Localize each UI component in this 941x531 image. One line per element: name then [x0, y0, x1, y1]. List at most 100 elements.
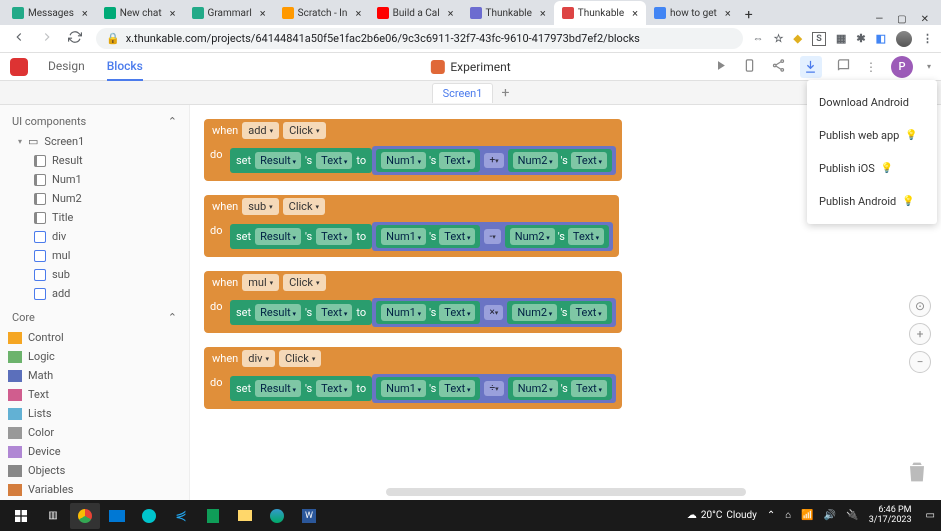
dropdown-item[interactable]: Publish Android💡 — [807, 185, 937, 218]
prop-slot[interactable]: Text — [439, 152, 475, 169]
prop-slot[interactable]: Text — [439, 304, 475, 321]
add-screen-button[interactable]: + — [501, 85, 509, 101]
browser-tab[interactable]: Build a Cal× — [369, 1, 462, 25]
profile-icon[interactable] — [896, 31, 912, 47]
thunkable-logo-icon[interactable] — [10, 58, 28, 76]
get-block[interactable]: Num1 's Text — [376, 225, 480, 248]
operator-slot[interactable]: ÷ — [484, 381, 503, 396]
star-icon[interactable]: ☆ — [774, 32, 784, 45]
task-view-icon[interactable]: ▥ — [38, 503, 68, 529]
reload-icon[interactable] — [68, 30, 82, 47]
tree-item[interactable]: mul — [28, 246, 189, 265]
recentre-button[interactable]: ⊙ — [909, 295, 931, 317]
browser-tab[interactable]: New chat× — [96, 1, 184, 25]
source-slot[interactable]: Num1 — [381, 380, 426, 397]
get-block[interactable]: Num1 's Text — [376, 149, 480, 172]
math-block[interactable]: Num1 's Text × Num2 's Text — [372, 298, 616, 327]
translate-icon[interactable]: ⇔ — [753, 32, 764, 45]
core-category[interactable]: Color — [0, 423, 189, 442]
get-block[interactable]: Num1 's Text — [376, 301, 480, 324]
download-button[interactable] — [800, 56, 822, 78]
ext-s-icon[interactable]: S — [812, 32, 826, 46]
component-slot[interactable]: sub — [242, 198, 278, 215]
get-block[interactable]: Num2 's Text — [507, 301, 611, 324]
math-block[interactable]: Num1 's Text ÷ Num2 's Text — [372, 374, 616, 403]
zoom-in-button[interactable]: + — [909, 323, 931, 345]
event-block[interactable]: when mul Click set Result 's Text to Num… — [204, 271, 622, 333]
prop-slot[interactable]: Text — [571, 380, 607, 397]
word-taskbar-icon[interactable]: W — [294, 503, 324, 529]
tree-item[interactable]: div — [28, 227, 189, 246]
core-section[interactable]: Core ⌃ — [0, 307, 189, 328]
power-icon[interactable]: 🔌 — [846, 510, 858, 521]
tree-item[interactable]: Num1 — [28, 170, 189, 189]
set-block[interactable]: set Result 's Text to — [230, 300, 372, 325]
prop-slot[interactable]: Text — [439, 380, 475, 397]
start-button[interactable] — [6, 503, 36, 529]
math-block[interactable]: Num1 's Text - Num2 's Text — [372, 222, 613, 251]
event-slot[interactable]: Click — [283, 122, 325, 139]
browser-tab[interactable]: Thunkable× — [554, 1, 646, 25]
tab-close-icon[interactable]: × — [170, 7, 176, 20]
forward-icon[interactable] — [40, 30, 54, 47]
source-slot[interactable]: Num2 — [510, 228, 555, 245]
browser-tab[interactable]: Grammarl× — [184, 1, 274, 25]
avatar[interactable]: P — [891, 56, 913, 78]
minimize-icon[interactable]: — — [875, 14, 883, 25]
target-slot[interactable]: Result — [255, 152, 301, 169]
prop-slot[interactable]: Text — [568, 228, 604, 245]
ext-tag-icon[interactable]: ◆ — [794, 32, 802, 45]
event-slot[interactable]: Click — [283, 274, 325, 291]
dropdown-item[interactable]: Publish web app💡 — [807, 119, 937, 152]
explorer-taskbar-icon[interactable] — [230, 503, 260, 529]
edge-taskbar-icon[interactable] — [262, 503, 292, 529]
core-category[interactable]: Device — [0, 442, 189, 461]
component-slot[interactable]: div — [242, 350, 275, 367]
math-block[interactable]: Num1 's Text + Num2 's Text — [372, 146, 616, 175]
url-input[interactable]: 🔒 x.thunkable.com/projects/64144841a50f5… — [96, 28, 743, 49]
speaker-icon[interactable]: 🔊 — [824, 510, 836, 521]
get-block[interactable]: Num2 's Text — [508, 377, 612, 400]
event-slot[interactable]: Click — [283, 198, 325, 215]
event-slot[interactable]: Click — [279, 350, 321, 367]
component-slot[interactable]: add — [242, 122, 279, 139]
tab-close-icon[interactable]: × — [82, 7, 88, 20]
tab-close-icon[interactable]: × — [540, 7, 546, 20]
core-category[interactable]: Objects — [0, 461, 189, 480]
zoom-out-button[interactable]: − — [909, 351, 931, 373]
tree-item[interactable]: Num2 — [28, 189, 189, 208]
avatar-dropdown-icon[interactable]: ▾ — [927, 62, 931, 71]
play-icon[interactable] — [713, 58, 728, 76]
event-head[interactable]: when add Click — [204, 119, 622, 142]
project-title[interactable]: Experiment — [430, 60, 510, 74]
set-block[interactable]: set Result 's Text to — [230, 224, 372, 249]
browser-tab[interactable]: Thunkable× — [462, 1, 554, 25]
core-category[interactable]: Math — [0, 366, 189, 385]
clock[interactable]: 6:46 PM 3/17/2023 — [869, 506, 916, 526]
nav-blocks[interactable]: Blocks — [107, 53, 143, 81]
sheets-taskbar-icon[interactable] — [198, 503, 228, 529]
prop-slot[interactable]: Text — [570, 304, 606, 321]
source-slot[interactable]: Num2 — [513, 380, 558, 397]
tab-close-icon[interactable]: × — [448, 7, 454, 20]
component-slot[interactable]: mul — [242, 274, 279, 291]
set-block[interactable]: set Result 's Text to — [230, 148, 372, 173]
operator-slot[interactable]: - — [484, 229, 500, 244]
vscode-taskbar-icon[interactable]: ⋞ — [166, 503, 196, 529]
ui-components-section[interactable]: UI components ⌃ — [0, 111, 189, 132]
tab-close-icon[interactable]: × — [725, 7, 731, 20]
event-block[interactable]: when add Click set Result 's Text to Num… — [204, 119, 622, 181]
prop-slot[interactable]: Text — [316, 152, 352, 169]
new-tab-button[interactable]: + — [739, 5, 759, 25]
close-icon[interactable]: ✕ — [921, 14, 929, 25]
core-category[interactable]: Text — [0, 385, 189, 404]
source-slot[interactable]: Num1 — [381, 228, 426, 245]
browser-tab[interactable]: Scratch - In× — [274, 1, 369, 25]
tab-close-icon[interactable]: × — [632, 7, 638, 20]
ext-cube-icon[interactable]: ◧ — [876, 32, 886, 45]
ext-grid-icon[interactable]: ▦ — [836, 32, 846, 45]
browser-tab[interactable]: Messages× — [4, 1, 96, 25]
tree-item[interactable]: Title — [28, 208, 189, 227]
notifications-icon[interactable]: ▭ — [926, 510, 935, 521]
device-icon[interactable] — [742, 58, 757, 76]
